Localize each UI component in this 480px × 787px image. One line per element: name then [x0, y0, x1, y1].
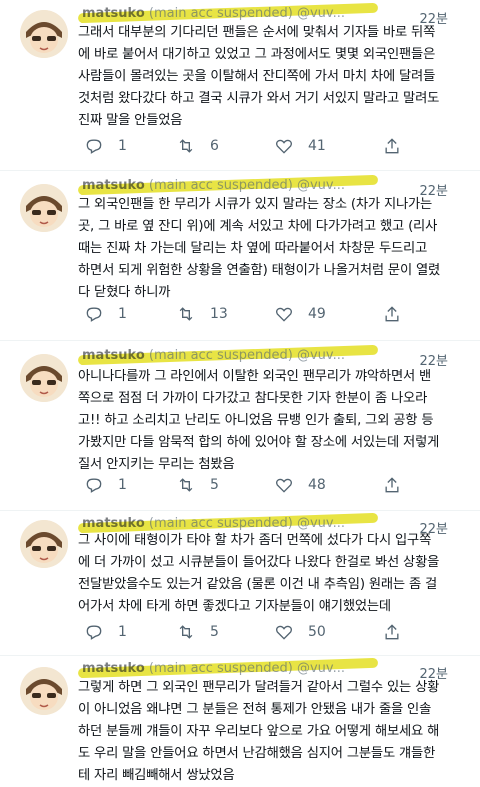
tweet-actions: 1 5 50	[84, 622, 464, 646]
tweet[interactable]: matsuko (main acc suspended) @vuv... 22분…	[0, 657, 480, 783]
user-handle[interactable]: (main acc suspended) @vuv...	[149, 516, 345, 531]
display-name[interactable]: matsuko	[82, 661, 145, 676]
retweet-icon	[179, 478, 193, 492]
avatar[interactable]	[20, 10, 68, 58]
retweet-button[interactable]: 5	[176, 475, 219, 495]
reply-icon	[86, 478, 102, 493]
tweet-text: 그 외국인팬들 한 무리가 시큐가 있지 말라는 장소 (차가 지나가는 곳, …	[78, 197, 441, 300]
retweet-count: 5	[210, 477, 219, 493]
tweet-actions: 1 5 48	[84, 475, 464, 499]
reply-button[interactable]: 1	[84, 475, 127, 495]
tweet-text: 그래서 대부분의 기다리던 팬들은 순서에 맞춰서 기자들 바로 뒤쪽 에 바로…	[78, 25, 440, 128]
share-icon	[385, 138, 399, 154]
avatar[interactable]	[20, 667, 68, 715]
retweet-count: 13	[210, 306, 228, 322]
reply-count: 1	[118, 477, 127, 493]
reply-count: 1	[118, 306, 127, 322]
like-button[interactable]: 41	[274, 136, 326, 156]
share-button[interactable]	[382, 304, 402, 324]
share-button[interactable]	[382, 622, 402, 642]
like-count: 50	[308, 624, 326, 640]
user-handle[interactable]: (main acc suspended) @vuv...	[149, 661, 345, 676]
like-count: 41	[308, 138, 326, 154]
tweet-text: 아니나다를까 그 라인에서 이탈한 외국인 팬무리가 꺄악하면서 밴 쪽으로 점…	[78, 369, 440, 472]
reply-icon	[86, 139, 102, 154]
user-handle[interactable]: (main acc suspended) @vuv...	[149, 6, 345, 21]
retweet-icon	[179, 139, 193, 153]
like-icon	[276, 307, 292, 322]
avatar[interactable]	[20, 520, 68, 568]
share-icon	[385, 477, 399, 493]
retweet-icon	[179, 307, 193, 321]
like-button[interactable]: 50	[274, 622, 326, 642]
reply-count: 1	[118, 138, 127, 154]
tweet-actions: 1 6 41	[84, 136, 464, 160]
reply-icon	[86, 307, 102, 322]
tweet-text: 그 사이에 태형이가 타야 할 차가 좀더 먼쪽에 섰다가 다시 입구쪽 에 더…	[78, 533, 440, 614]
reply-button[interactable]: 1	[84, 622, 127, 642]
like-count: 49	[308, 306, 326, 322]
display-name[interactable]: matsuko	[82, 348, 145, 363]
like-button[interactable]: 49	[274, 304, 326, 324]
reply-button[interactable]: 1	[84, 136, 127, 156]
tweet-text: 그렇게 하면 그 외국인 팬무리가 달려들거 같아서 그럴수 있는 상황 이 아…	[78, 680, 440, 783]
retweet-button[interactable]: 6	[176, 136, 219, 156]
retweet-count: 5	[210, 624, 219, 640]
display-name[interactable]: matsuko	[82, 516, 145, 531]
retweet-button[interactable]: 13	[176, 304, 228, 324]
like-icon	[276, 625, 292, 640]
reply-button[interactable]: 1	[84, 304, 127, 324]
like-icon	[276, 478, 292, 493]
avatar[interactable]	[20, 184, 68, 232]
retweet-count: 6	[210, 138, 219, 154]
like-button[interactable]: 48	[274, 475, 326, 495]
share-button[interactable]	[382, 136, 402, 156]
display-name[interactable]: matsuko	[82, 178, 145, 193]
share-icon	[385, 624, 399, 640]
divider	[0, 170, 480, 171]
avatar[interactable]	[20, 354, 68, 402]
display-name[interactable]: matsuko	[82, 6, 145, 21]
divider	[0, 510, 480, 511]
retweet-button[interactable]: 5	[176, 622, 219, 642]
like-icon	[276, 139, 292, 154]
tweet[interactable]: matsuko (main acc suspended) @vuv... 22분…	[0, 342, 480, 512]
reply-icon	[86, 625, 102, 640]
tweet-actions: 1 13 49	[84, 304, 464, 328]
retweet-icon	[179, 625, 193, 639]
tweet[interactable]: matsuko (main acc suspended) @vuv... 22분…	[0, 172, 480, 340]
divider	[0, 655, 480, 656]
tweet[interactable]: matsuko (main acc suspended) @vuv... 22분…	[0, 0, 480, 165]
reply-count: 1	[118, 624, 127, 640]
share-icon	[385, 306, 399, 322]
user-handle[interactable]: (main acc suspended) @vuv...	[149, 348, 345, 363]
tweet[interactable]: matsuko (main acc suspended) @vuv... 22분…	[0, 512, 480, 660]
like-count: 48	[308, 477, 326, 493]
share-button[interactable]	[382, 475, 402, 495]
user-handle[interactable]: (main acc suspended) @vuv...	[149, 178, 345, 193]
divider	[0, 340, 480, 341]
